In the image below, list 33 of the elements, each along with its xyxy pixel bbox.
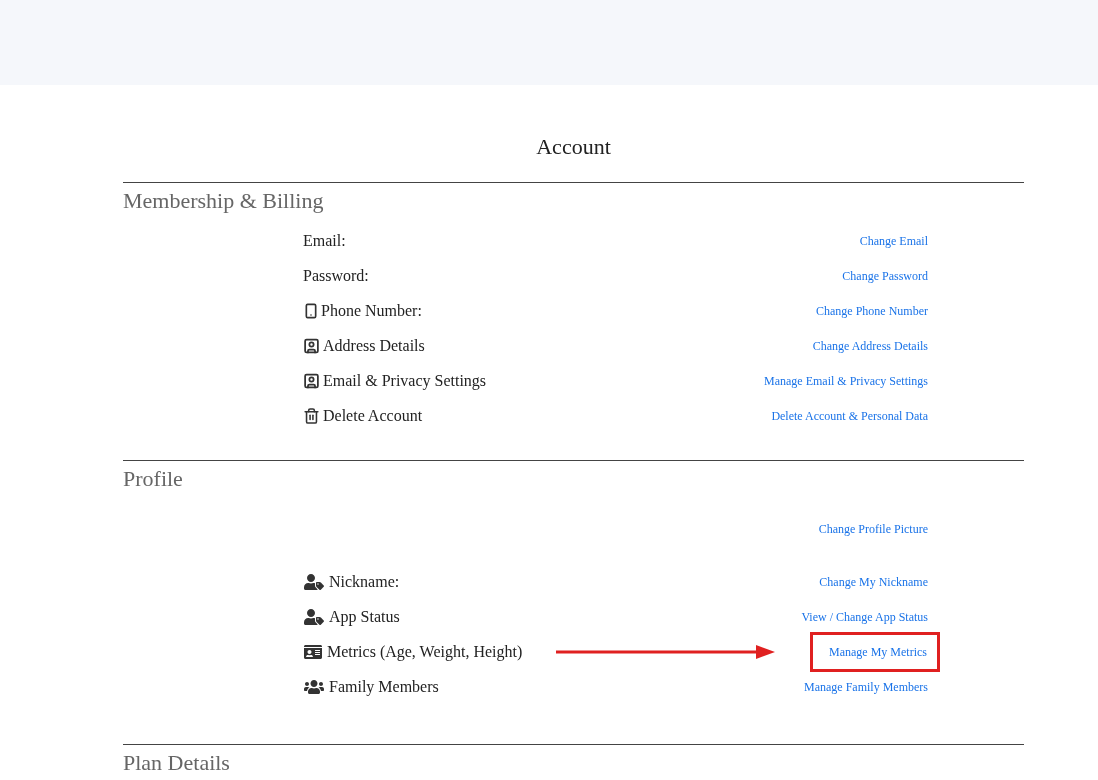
settings-link[interactable]: Change Phone Number xyxy=(816,301,928,320)
contact-card-icon xyxy=(303,336,320,355)
users-icon xyxy=(303,678,325,695)
settings-link[interactable]: Manage Family Members xyxy=(804,677,928,696)
trash-icon xyxy=(303,406,320,425)
section-heading: Membership & Billing xyxy=(123,188,324,213)
page-title: Account xyxy=(536,134,611,159)
setting-label: Password: xyxy=(303,265,369,286)
id-card-icon xyxy=(303,643,323,660)
settings-link[interactable]: Change Profile Picture xyxy=(818,519,928,538)
setting-label: Email & Privacy Settings xyxy=(323,370,487,392)
phone-icon xyxy=(303,301,319,320)
settings-link[interactable]: Change Email xyxy=(859,231,928,250)
settings-link[interactable]: View / Change App Status xyxy=(801,607,928,626)
section-heading: Profile xyxy=(123,466,183,491)
setting-label: Metrics (Age, Weight, Height) xyxy=(327,641,523,663)
user-tag-icon xyxy=(303,608,325,625)
settings-link[interactable]: Change Password xyxy=(842,266,928,285)
setting-label: Email: xyxy=(303,230,346,251)
settings-link[interactable]: Change My Nickname xyxy=(819,572,928,591)
settings-link[interactable]: Manage My Metrics xyxy=(810,631,940,672)
settings-link[interactable]: Manage Email & Privacy Settings xyxy=(764,371,928,390)
user-tag-icon xyxy=(303,573,325,590)
setting-label: Phone Number: xyxy=(321,300,422,321)
setting-label: Nickname: xyxy=(329,571,400,592)
settings-link[interactable]: Delete Account & Personal Data xyxy=(771,406,928,425)
setting-label: App Status xyxy=(329,606,400,628)
setting-label: Family Members xyxy=(329,676,439,698)
contact-card-icon xyxy=(303,371,320,390)
setting-label: Address Details xyxy=(323,335,425,356)
setting-label: Delete Account xyxy=(323,405,423,426)
section-heading: Plan Details xyxy=(123,750,230,775)
settings-link[interactable]: Change Address Details xyxy=(812,336,928,355)
